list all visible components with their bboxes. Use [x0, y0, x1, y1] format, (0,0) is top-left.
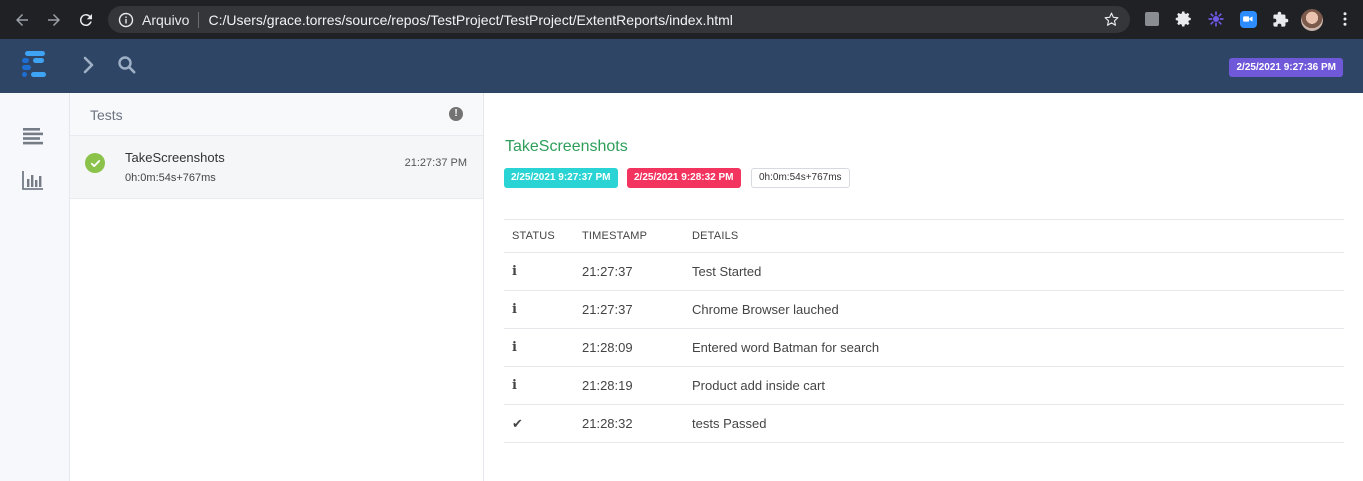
search-icon[interactable] [117, 55, 137, 75]
test-detail-title: TakeScreenshots [505, 138, 628, 155]
back-arrow-icon[interactable] [9, 7, 35, 33]
protocol-label: Arquivo [142, 11, 190, 28]
column-header-details: DETAILS [684, 219, 1344, 253]
log-timestamp: 21:28:09 [574, 328, 684, 367]
log-table-header: STATUS TIMESTAMP DETAILS [504, 219, 1344, 253]
star-icon[interactable] [1103, 11, 1120, 28]
gear-extension-icon[interactable] [1175, 10, 1193, 28]
log-details: Entered word Batman for search [684, 328, 1344, 367]
report-date-badge: 2/25/2021 9:27:36 PM [1229, 58, 1343, 77]
address-divider [198, 11, 200, 28]
side-navigation [0, 93, 70, 481]
test-list-header: Tests ! [70, 93, 483, 136]
browser-toolbar: Arquivo C:/Users/grace.torres/source/rep… [0, 0, 1363, 39]
test-time: 21:27:37 PM [404, 157, 467, 169]
info-icon[interactable] [118, 12, 134, 28]
log-details: Product add inside cart [684, 366, 1344, 405]
info-icon: i [504, 290, 574, 329]
test-name: TakeScreenshots [125, 150, 225, 165]
log-row: i 21:28:09 Entered word Batman for searc… [504, 328, 1344, 367]
info-icon: i [504, 328, 574, 367]
extent-report-window: Arquivo C:/Users/grace.torres/source/rep… [0, 0, 1363, 481]
log-row: i 21:27:37 Test Started [504, 252, 1344, 291]
log-row: i 21:27:37 Chrome Browser lauched [504, 290, 1344, 329]
test-list-item[interactable]: TakeScreenshots 0h:0m:54s+767ms 21:27:37… [70, 136, 483, 199]
more-vert-icon[interactable] [1336, 10, 1354, 28]
log-details: tests Passed [684, 404, 1344, 443]
end-time-badge: 2/25/2021 9:28:32 PM [627, 168, 741, 188]
info-icon: i [504, 366, 574, 405]
forward-arrow-icon[interactable] [41, 7, 67, 33]
start-time-badge: 2/25/2021 9:27:37 PM [504, 168, 618, 188]
info-icon: i [504, 252, 574, 291]
video-extension-icon[interactable] [1239, 10, 1257, 28]
test-detail-panel: TakeScreenshots 2/25/2021 9:27:37 PM 2/2… [484, 93, 1363, 481]
extension-square-icon[interactable] [1143, 10, 1161, 28]
list-icon[interactable] [22, 126, 44, 146]
log-timestamp: 21:27:37 [574, 252, 684, 291]
column-header-status: STATUS [504, 219, 574, 253]
pass-check-icon [85, 153, 105, 173]
log-timestamp: 21:28:19 [574, 366, 684, 405]
avatar[interactable] [1301, 9, 1323, 31]
address-bar[interactable]: Arquivo C:/Users/grace.torres/source/rep… [108, 6, 1130, 33]
chevron-right-icon[interactable] [80, 55, 98, 75]
column-header-timestamp: TIMESTAMP [574, 219, 684, 253]
dev-extension-icon[interactable] [1207, 10, 1225, 28]
log-details: Test Started [684, 252, 1344, 291]
exclamation-icon[interactable]: ! [449, 107, 463, 121]
puzzle-icon[interactable] [1271, 10, 1289, 28]
url-text[interactable]: C:/Users/grace.torres/source/repos/TestP… [208, 12, 732, 28]
test-list-panel: Tests ! TakeScreenshots 0h:0m:54s+767ms … [70, 93, 484, 481]
test-duration: 0h:0m:54s+767ms [125, 172, 216, 184]
report-header: 2/25/2021 9:27:36 PM [0, 39, 1363, 93]
log-row: ✔ 21:28:32 tests Passed [504, 404, 1344, 443]
duration-badge: 0h:0m:54s+767ms [751, 168, 850, 188]
log-table: STATUS TIMESTAMP DETAILS i 21:27:37 Test… [504, 219, 1344, 443]
log-row: i 21:28:19 Product add inside cart [504, 366, 1344, 405]
log-timestamp: 21:27:37 [574, 290, 684, 329]
log-timestamp: 21:28:32 [574, 404, 684, 443]
test-list-title: Tests [90, 107, 123, 123]
log-details: Chrome Browser lauched [684, 290, 1344, 329]
bar-chart-icon[interactable] [22, 170, 44, 190]
reload-icon[interactable] [73, 7, 99, 33]
extent-logo[interactable] [22, 49, 48, 81]
check-icon: ✔ [504, 404, 574, 443]
